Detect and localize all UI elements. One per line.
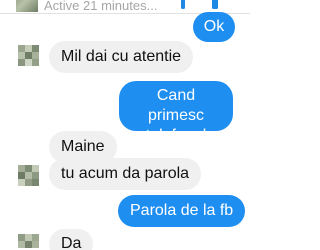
received-message[interactable]: Da (49, 229, 94, 250)
sent-message[interactable]: Ok (193, 12, 235, 42)
phone-icon[interactable] (178, 0, 188, 10)
video-icon[interactable] (210, 0, 220, 10)
received-message[interactable]: Mil dai cu atentie (49, 41, 194, 73)
contact-avatar[interactable] (18, 165, 40, 187)
contact-avatar[interactable] (18, 45, 40, 67)
chat-screen: Active 21 minutes... Ok Mil dai cu atent… (0, 0, 250, 250)
received-message[interactable]: tu acum da parola (49, 158, 202, 190)
sent-message[interactable]: Cand primesc telefonul (119, 81, 233, 144)
contact-status: Active 21 minutes... (44, 0, 158, 13)
contact-avatar[interactable] (16, 0, 38, 12)
sent-message[interactable]: Parola de la fb (118, 195, 246, 227)
contact-avatar[interactable] (18, 234, 40, 250)
